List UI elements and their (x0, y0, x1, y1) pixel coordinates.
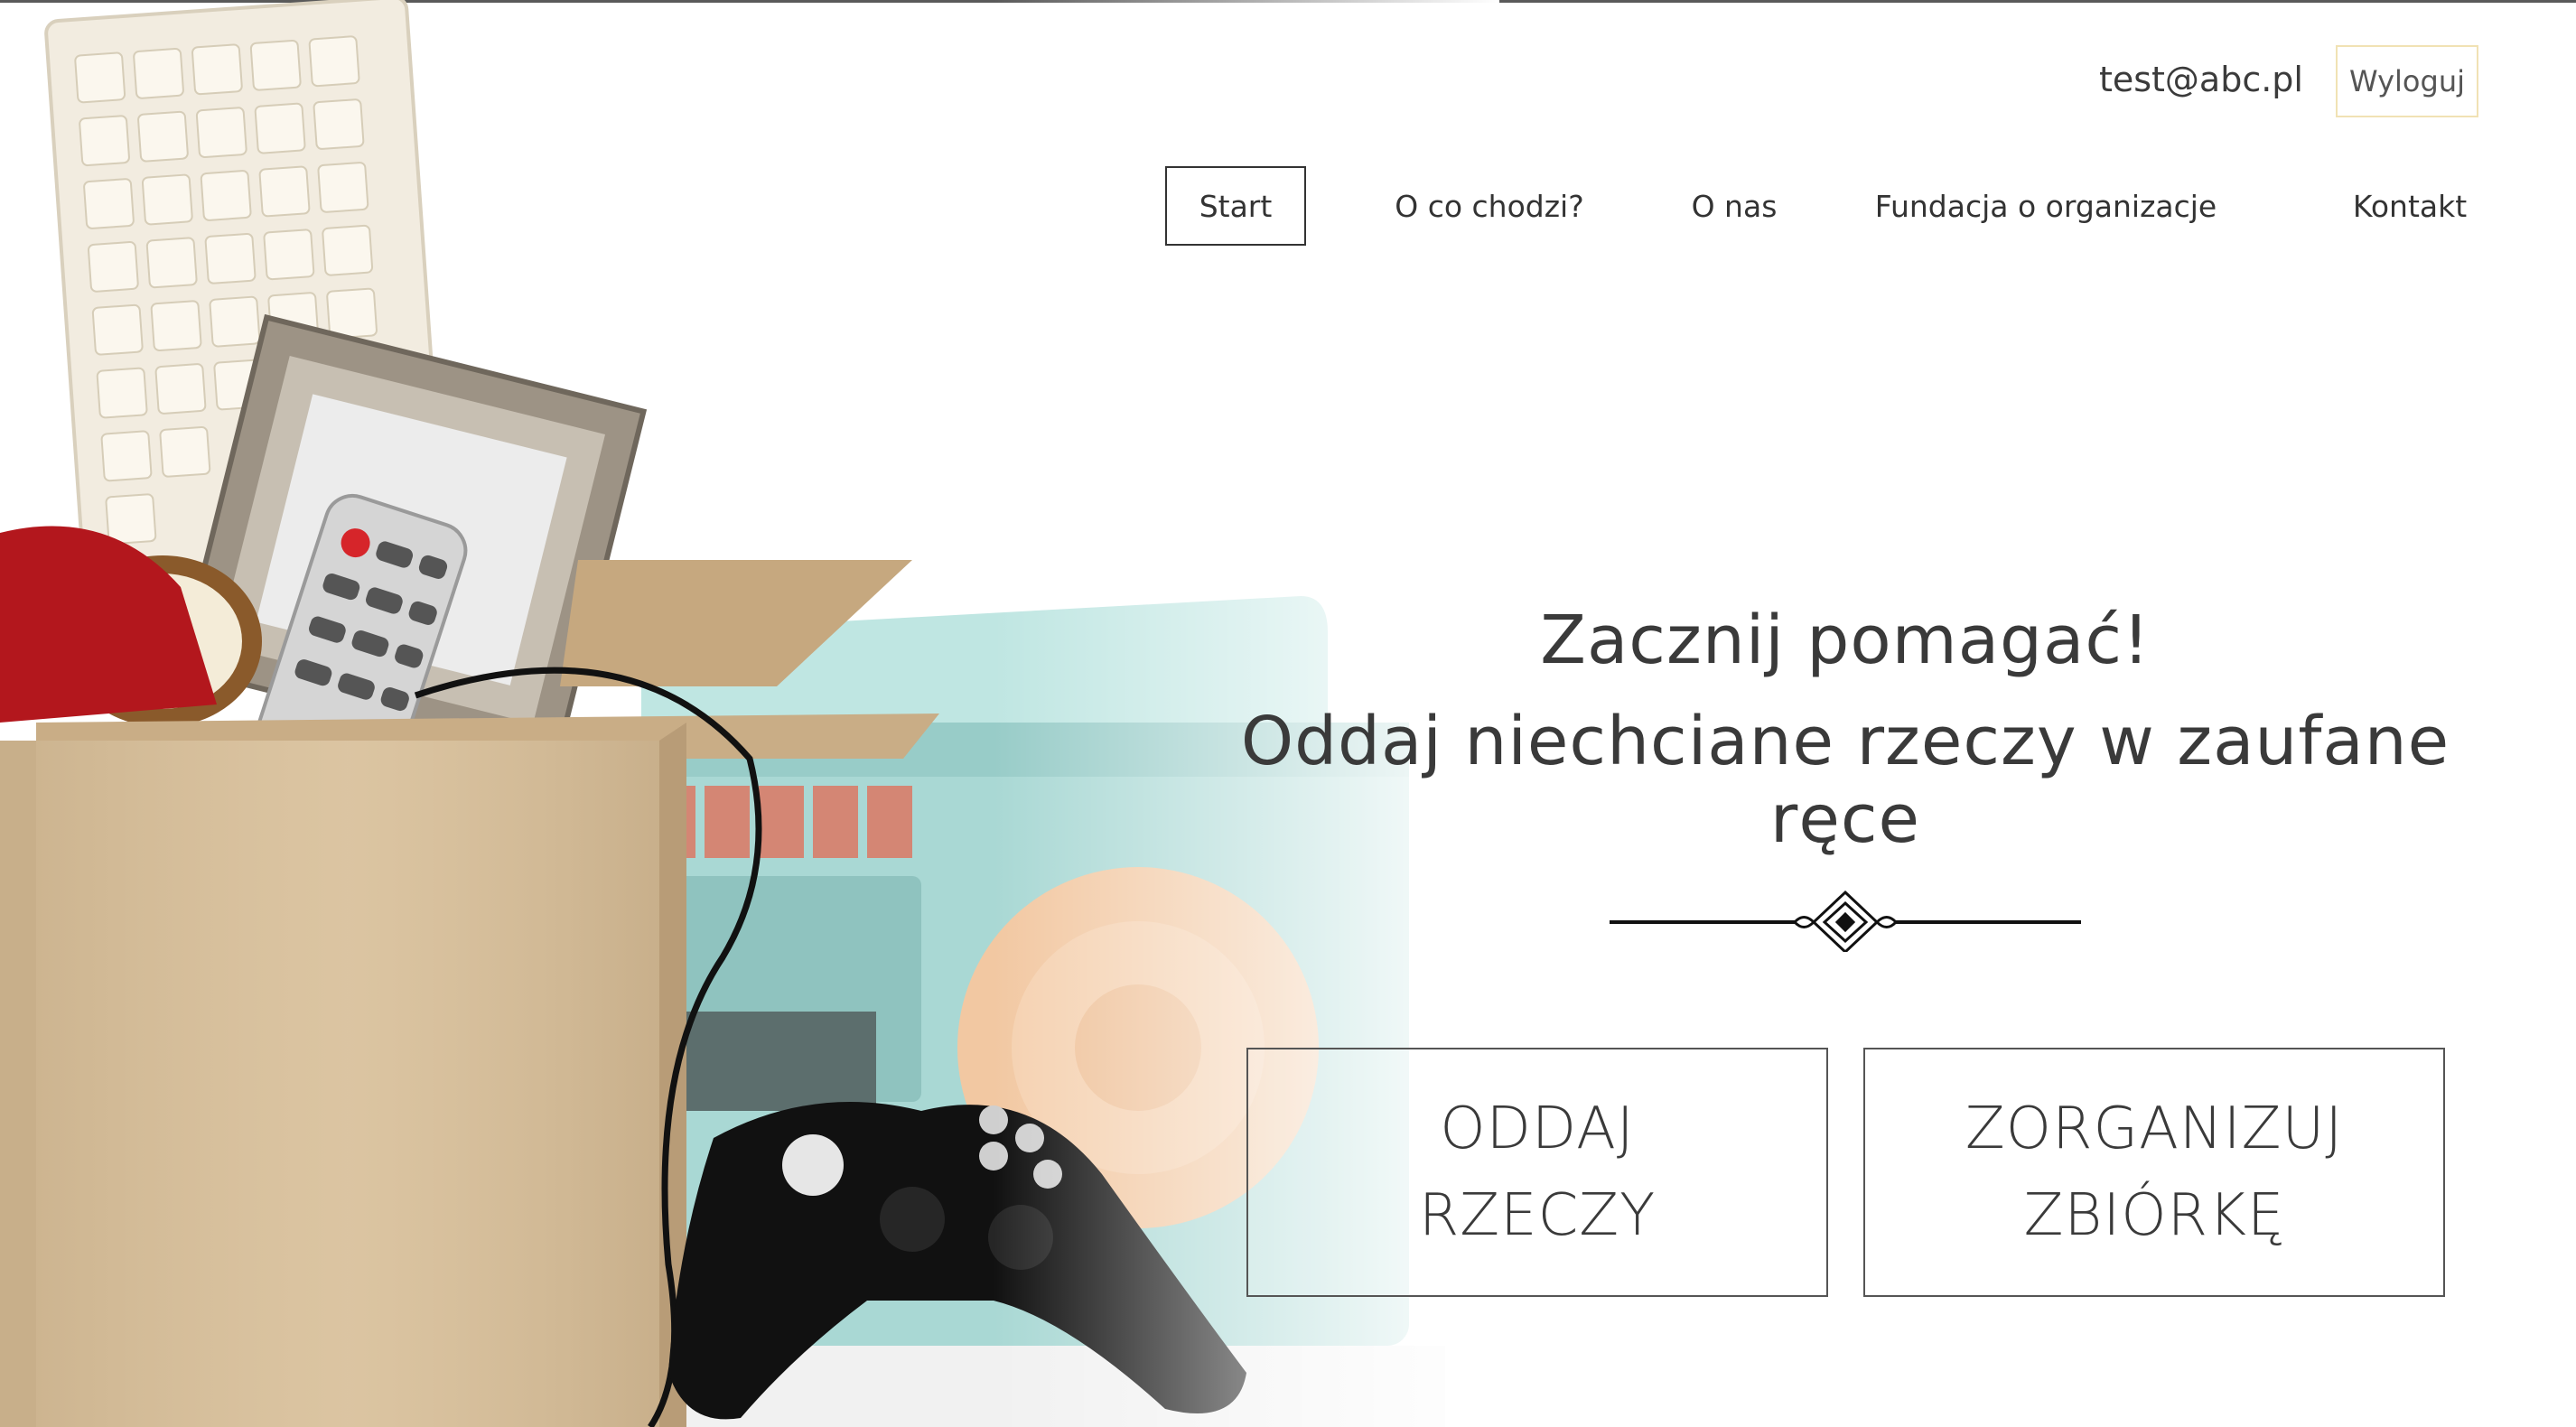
organize-collection-line1: ZORGANIZUJ (1965, 1096, 2344, 1162)
nav-item-o-co-chodzi[interactable]: O co chodzi? (1377, 166, 1602, 246)
nav-item-fundacja[interactable]: Fundacja o organizacje (1875, 166, 2217, 246)
organize-collection-button[interactable]: ZORGANIZUJ ZBIÓRKĘ (1863, 1048, 2445, 1297)
give-items-line1: ODDAJ (1440, 1096, 1635, 1162)
give-items-line2: RZECZY (1418, 1182, 1657, 1249)
hero-headline-line1: Zacznij pomagać! (1540, 602, 2151, 679)
nav-item-kontakt[interactable]: Kontakt (2319, 166, 2500, 246)
hero-headline-line2: Oddaj niechciane rzeczy w zaufane ręce (1240, 703, 2450, 858)
nav-item-o-nas[interactable]: O nas (1671, 166, 1797, 246)
nav-item-start[interactable]: Start (1165, 166, 1306, 246)
give-items-button[interactable]: ODDAJ RZECZY (1246, 1048, 1828, 1297)
organize-collection-line2: ZBIÓRKĘ (2023, 1182, 2285, 1249)
ornament-divider-icon (1610, 890, 2081, 952)
user-email: test@abc.pl (2098, 60, 2303, 99)
logout-button[interactable]: Wyloguj (2336, 45, 2478, 117)
